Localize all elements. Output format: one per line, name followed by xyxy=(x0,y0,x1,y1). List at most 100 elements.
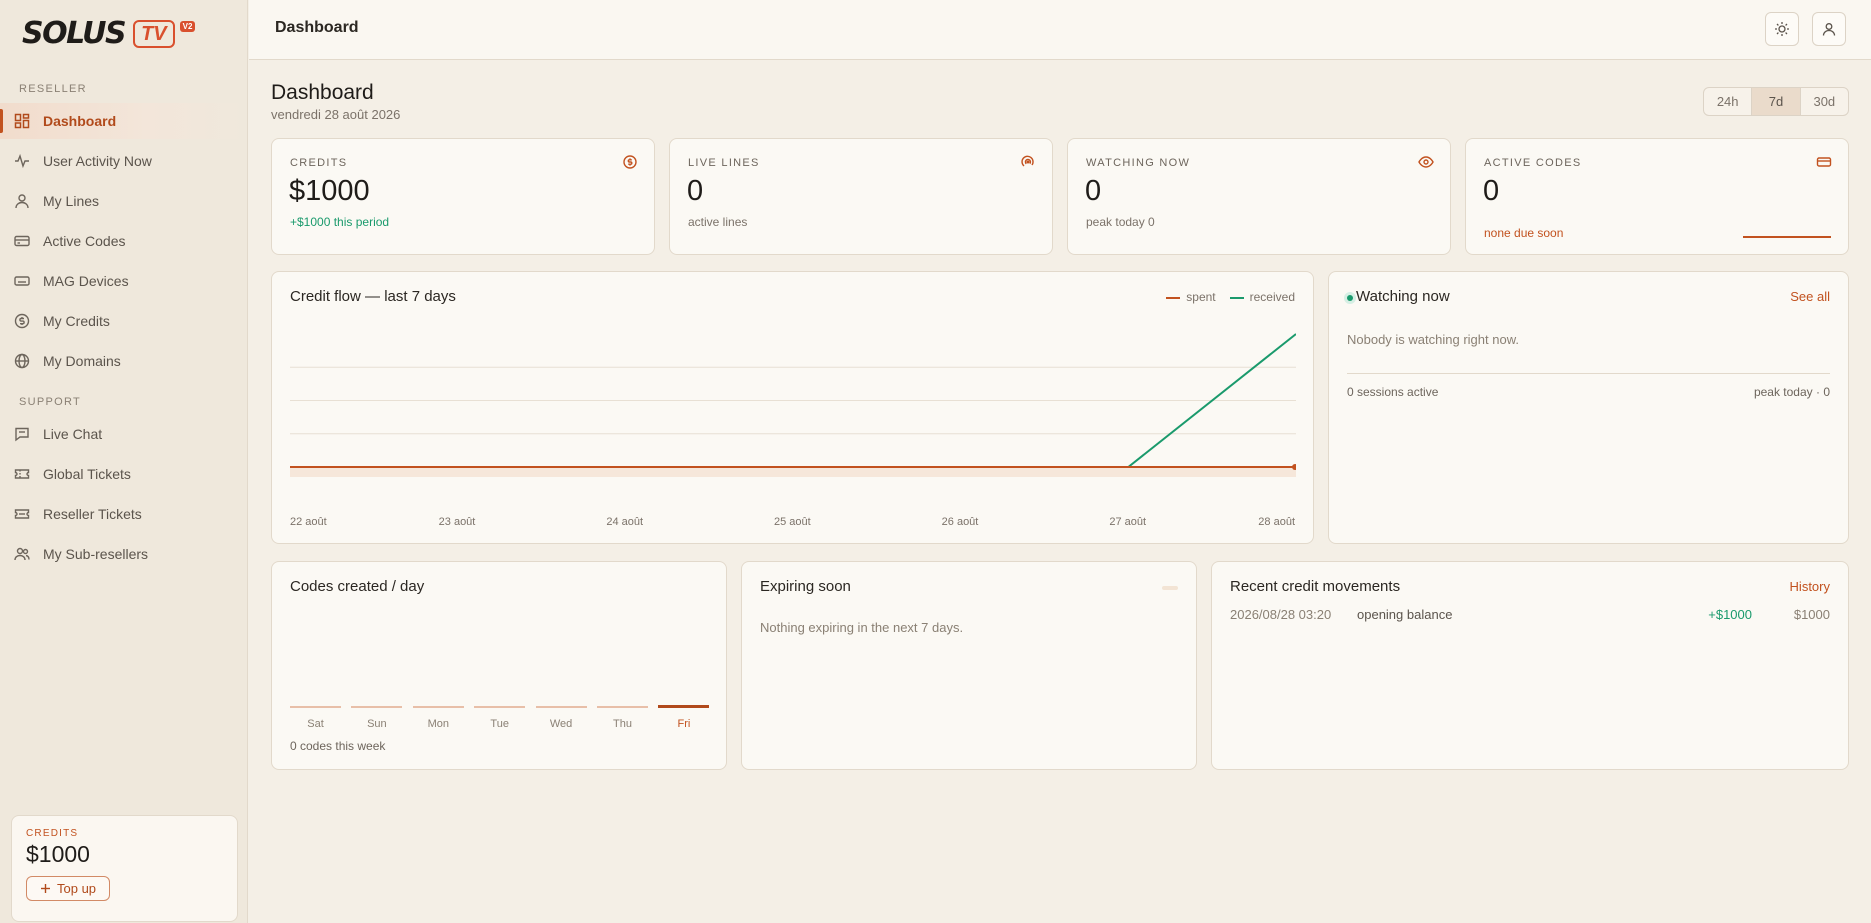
logo-name: SOLUS xyxy=(22,16,127,51)
card-icon xyxy=(1816,157,1832,167)
bar-day-label: Wed xyxy=(549,718,573,730)
expiring-soon-card: Expiring soon Nothing expiring in the ne… xyxy=(741,561,1197,770)
history-link[interactable]: History xyxy=(1790,579,1830,594)
logo[interactable]: SOLUS TV V2 xyxy=(22,16,196,51)
ticket-icon xyxy=(14,466,30,482)
sidebar-item-my-credits[interactable]: My Credits xyxy=(0,303,247,339)
bar-day-label: Sun xyxy=(367,718,387,730)
sun-icon xyxy=(1775,22,1789,36)
range-selector: 24h 7d 30d xyxy=(1703,87,1849,116)
sparkline xyxy=(1743,236,1831,238)
logo-badge: TV xyxy=(133,20,175,48)
range-30d-button[interactable]: 30d xyxy=(1801,88,1848,115)
watching-empty-text: Nobody is watching right now. xyxy=(1347,332,1519,347)
expiring-title: Expiring soon xyxy=(760,578,851,595)
stat-value: $1000 xyxy=(289,175,370,207)
range-24h-button[interactable]: 24h xyxy=(1704,88,1753,115)
chat-icon xyxy=(14,426,30,442)
plus-icon xyxy=(41,884,50,893)
chart-legend: spent received xyxy=(1166,290,1295,304)
see-all-link[interactable]: See all xyxy=(1790,289,1830,304)
bar-day-label: Tue xyxy=(490,718,509,730)
nav-section-reseller: RESELLER xyxy=(19,83,87,95)
sidebar-item-label: Global Tickets xyxy=(43,466,131,482)
stat-card-credits[interactable]: CREDITS $1000 +$1000 this period xyxy=(271,138,655,255)
sidebar-item-label: Reseller Tickets xyxy=(43,506,142,522)
movement-row: 2026/08/28 03:20 opening balance +$1000 … xyxy=(1230,607,1830,625)
sidebar-item-user-activity[interactable]: User Activity Now xyxy=(0,143,247,179)
sidebar-item-label: My Credits xyxy=(43,313,110,329)
bar-day-label: Fri xyxy=(677,718,691,730)
sidebar-item-label: My Domains xyxy=(43,353,121,369)
sidebar-item-label: Live Chat xyxy=(43,426,103,442)
stat-label: ACTIVE CODES xyxy=(1484,157,1582,169)
theme-toggle-button[interactable] xyxy=(1765,12,1799,46)
dollar-coin-icon xyxy=(14,313,30,329)
stat-card-watching-now[interactable]: WATCHING NOW 0 peak today 0 xyxy=(1067,138,1451,255)
credit-movements-card: Recent credit movements History 2026/08/… xyxy=(1211,561,1849,770)
count-badge xyxy=(1162,586,1178,590)
ticket-icon xyxy=(14,506,30,522)
stat-sub: +$1000 this period xyxy=(290,215,390,229)
x-tick-label: 28 août xyxy=(1258,516,1295,528)
bar-day-label: Mon xyxy=(427,718,449,730)
codes-created-card: Codes created / day 0 codes this week xyxy=(271,561,727,770)
codes-title: Codes created / day xyxy=(290,578,425,595)
sidebar-item-sub-resellers[interactable]: My Sub-resellers xyxy=(0,536,247,572)
page-date: vendredi 28 août 2026 xyxy=(271,107,401,122)
sidebar: SOLUS TV V2 RESELLER Dashboard User Acti… xyxy=(0,0,248,923)
expiring-empty-text: Nothing expiring in the next 7 days. xyxy=(760,620,964,635)
x-tick-label: 27 août xyxy=(1109,516,1147,528)
activity-icon xyxy=(14,153,30,169)
stat-label: LIVE LINES xyxy=(688,157,760,169)
top-up-label: Top up xyxy=(57,881,97,896)
divider xyxy=(1347,373,1830,374)
movement-amount: +$1000 xyxy=(1708,607,1752,622)
sidebar-item-my-lines[interactable]: My Lines xyxy=(0,183,247,219)
globe-icon xyxy=(14,353,30,369)
codes-bar xyxy=(597,706,648,708)
legend-spent: spent xyxy=(1166,290,1216,304)
watching-title: Watching now xyxy=(1356,288,1450,305)
topbar: Dashboard xyxy=(249,0,1871,60)
peak-today: peak today · 0 xyxy=(1753,385,1830,399)
movements-title: Recent credit movements xyxy=(1230,578,1401,595)
page-title: Dashboard xyxy=(271,81,374,104)
sidebar-item-reseller-tickets[interactable]: Reseller Tickets xyxy=(0,496,247,532)
user-icon xyxy=(1822,23,1836,36)
sidebar-item-label: Dashboard xyxy=(43,113,117,129)
stat-sub: active lines xyxy=(688,215,748,229)
sidebar-item-label: MAG Devices xyxy=(43,273,129,289)
credit-flow-title: Credit flow — last 7 days xyxy=(290,288,456,305)
codes-bar xyxy=(535,706,587,708)
x-tick-label: 22 août xyxy=(290,516,327,528)
top-up-button[interactable]: Top up xyxy=(26,876,111,901)
range-7d-button[interactable]: 7d xyxy=(1752,88,1801,115)
sidebar-item-global-tickets[interactable]: Global Tickets xyxy=(0,456,247,492)
codes-bar xyxy=(290,706,341,708)
x-tick-label: 23 août xyxy=(438,516,476,528)
topbar-title: Dashboard xyxy=(275,19,359,36)
sidebar-item-label: My Sub-resellers xyxy=(43,546,149,562)
codes-bar xyxy=(658,705,710,708)
dollar-coin-icon xyxy=(623,155,637,169)
sidebar-credits-value: $1000 xyxy=(26,841,90,867)
dashboard-icon xyxy=(14,113,30,129)
sidebar-item-label: User Activity Now xyxy=(43,153,152,169)
sidebar-item-mag-devices[interactable]: MAG Devices xyxy=(0,263,247,299)
codes-bar xyxy=(412,706,464,708)
x-tick-label: 26 août xyxy=(941,516,979,528)
codes-summary: 0 codes this week xyxy=(290,739,386,753)
sidebar-item-dashboard[interactable]: Dashboard xyxy=(0,103,247,139)
user-icon xyxy=(14,193,30,209)
stat-card-active-codes[interactable]: ACTIVE CODES 0 none due soon xyxy=(1465,138,1849,255)
sidebar-item-active-codes[interactable]: Active Codes xyxy=(0,223,247,259)
sidebar-item-my-domains[interactable]: My Domains xyxy=(0,343,247,379)
movement-balance: $1000 xyxy=(1793,607,1830,622)
watching-now-card: Watching now See all Nobody is watching … xyxy=(1328,271,1849,544)
codes-bar xyxy=(474,706,526,708)
bar-day-label: Thu xyxy=(613,718,632,730)
sidebar-item-live-chat[interactable]: Live Chat xyxy=(0,416,247,452)
account-button[interactable] xyxy=(1812,12,1846,46)
stat-card-live-lines[interactable]: LIVE LINES 0 active lines xyxy=(669,138,1053,255)
